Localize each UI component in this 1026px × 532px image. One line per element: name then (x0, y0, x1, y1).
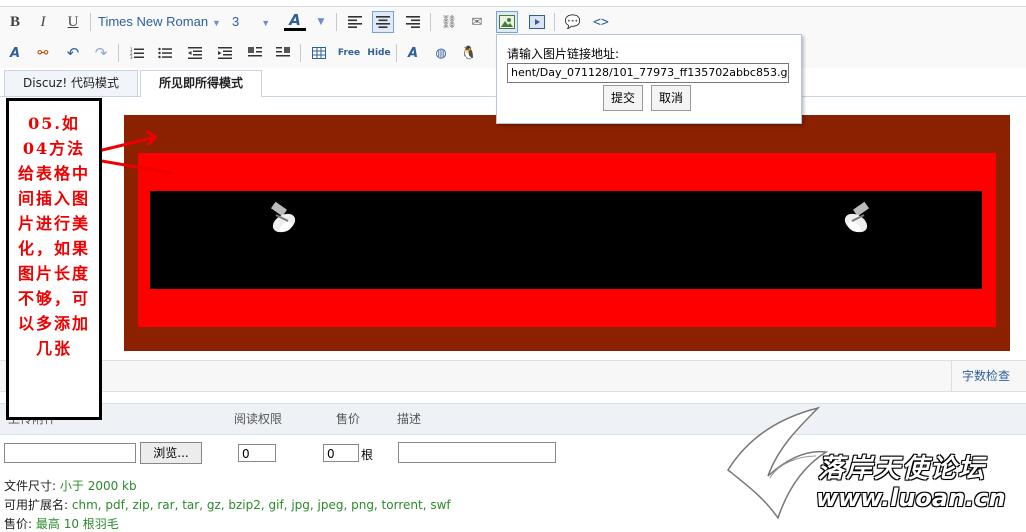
description-input[interactable] (398, 442, 556, 463)
tab-discuz-code[interactable]: Discuz! 代码模式 (4, 70, 138, 96)
col-price: 售价 (336, 412, 361, 426)
italic-button[interactable]: I (32, 11, 54, 33)
image-url-label: 请输入图片链接地址: (507, 47, 620, 61)
outer-table[interactable] (124, 115, 1010, 351)
font-color-button[interactable]: A (284, 11, 306, 31)
float-right-icon[interactable] (272, 42, 294, 64)
undo-icon[interactable]: ↶ (62, 42, 84, 64)
underline-button[interactable]: U (62, 11, 84, 33)
price-limit-value: 最高 10 根羽毛 (35, 517, 119, 531)
file-size-label: 文件尺寸: (4, 479, 57, 493)
unordered-list-icon (158, 47, 172, 59)
align-left-icon (348, 16, 362, 28)
chevron-down-icon: ▼ (212, 18, 221, 28)
float-left-icon (248, 47, 262, 57)
price-info: 售价: 最高 10 根羽毛 (4, 515, 119, 532)
editor-status-bar: ⇕ 字数检查 (0, 360, 1026, 392)
insert-media-icon (529, 15, 545, 29)
spotlight-image (844, 201, 870, 233)
permission-input[interactable]: 0 (238, 444, 276, 462)
file-path-input[interactable] (4, 443, 136, 463)
free-button[interactable]: Free (336, 42, 362, 64)
extensions-value: chm, pdf, zip, rar, tar, gz, bzip2, gif,… (71, 498, 451, 512)
watermark-name: 落岸天使论坛 (818, 454, 987, 484)
align-center-icon[interactable] (372, 11, 394, 33)
price-input[interactable]: 0 (323, 444, 359, 462)
col-permission: 阅读权限 (234, 412, 283, 426)
chevron-down-icon: ▼ (261, 18, 271, 28)
indent-icon[interactable] (214, 42, 236, 64)
insert-image-icon (499, 15, 515, 29)
cancel-button[interactable]: 取消 (651, 85, 691, 111)
svg-text:3: 3 (130, 55, 133, 59)
unordered-list-icon[interactable] (154, 42, 176, 64)
qq-icon[interactable]: 🐧 (458, 42, 480, 64)
toolbar-divider (396, 44, 397, 62)
insert-table-icon[interactable] (308, 42, 330, 64)
toolbar-divider (118, 44, 119, 62)
spotlight-image (270, 201, 296, 233)
float-right-icon (276, 47, 290, 57)
font-family-value: Times New Roman (98, 14, 209, 29)
submit-button[interactable]: 提交 (603, 85, 643, 111)
extensions-info: 可用扩展名: chm, pdf, zip, rar, tar, gz, bzip… (4, 496, 451, 513)
code-icon[interactable]: <> (590, 11, 612, 33)
annotation-note: 05.如04方法给表格中间插入图片进行美化，如果图片长度不够，可以多添加几张 (6, 98, 102, 420)
unlink-icon[interactable]: ⚯ (32, 42, 54, 64)
insert-image-icon[interactable] (496, 11, 518, 33)
bold-button[interactable]: B (4, 11, 26, 33)
inner-table[interactable] (138, 153, 996, 327)
ordered-list-icon: 123 (130, 47, 144, 59)
align-right-icon (406, 16, 420, 28)
email-icon[interactable]: ✉ (466, 11, 488, 33)
font-size-value: 3 (232, 14, 240, 29)
link-icon[interactable]: ⛓ (438, 11, 460, 33)
toolbar-divider (300, 44, 301, 62)
file-size-info: 文件尺寸: 小于 2000 kb (4, 477, 137, 494)
font-size-select[interactable]: 3 ▼ (232, 11, 274, 33)
quote-icon[interactable]: 💬 (562, 11, 584, 33)
font-family-select[interactable]: Times New Roman ▼ (98, 11, 221, 33)
remove-format-icon[interactable]: A (4, 42, 26, 64)
ordered-list-icon[interactable]: 123 (126, 42, 148, 64)
align-right-icon[interactable] (402, 11, 424, 33)
toolbar-divider (554, 13, 555, 31)
banner-image[interactable] (150, 191, 982, 289)
image-url-dialog: 请输入图片链接地址: hent/Day_071128/101_77973_ff1… (496, 34, 802, 124)
tab-wysiwyg[interactable]: 所见即所得模式 (140, 70, 263, 97)
watermark-url: www.luoan.cn (816, 484, 1006, 512)
outdent-icon[interactable] (184, 42, 206, 64)
word-count-button[interactable]: 字数检查 (950, 361, 1026, 391)
float-left-icon[interactable] (244, 42, 266, 64)
font-style-icon[interactable]: A (402, 42, 424, 64)
editor-content[interactable] (0, 97, 1026, 359)
insert-media-icon[interactable] (526, 11, 548, 33)
extensions-label: 可用扩展名: (4, 498, 69, 512)
col-description: 描述 (397, 412, 422, 426)
price-unit: 根 (361, 448, 374, 462)
file-size-value: 小于 2000 kb (59, 479, 137, 493)
browse-button[interactable]: 浏览... (140, 442, 202, 464)
redo-icon[interactable]: ↷ (90, 42, 112, 64)
align-center-icon (376, 16, 390, 28)
image-url-input[interactable]: hent/Day_071128/101_77973_ff135702abbc85… (507, 63, 789, 83)
outdent-icon (188, 47, 202, 59)
flash-icon[interactable]: ◍ (430, 42, 452, 64)
price-label: 售价: (4, 517, 33, 531)
hide-button[interactable]: Hide (366, 42, 392, 64)
chevron-down-icon[interactable]: ▼ (310, 11, 332, 33)
align-left-icon[interactable] (344, 11, 366, 33)
toolbar-divider (90, 13, 91, 31)
insert-table-icon (312, 47, 326, 59)
indent-icon (218, 47, 232, 59)
toolbar-divider (430, 13, 431, 31)
toolbar-divider (336, 13, 337, 31)
